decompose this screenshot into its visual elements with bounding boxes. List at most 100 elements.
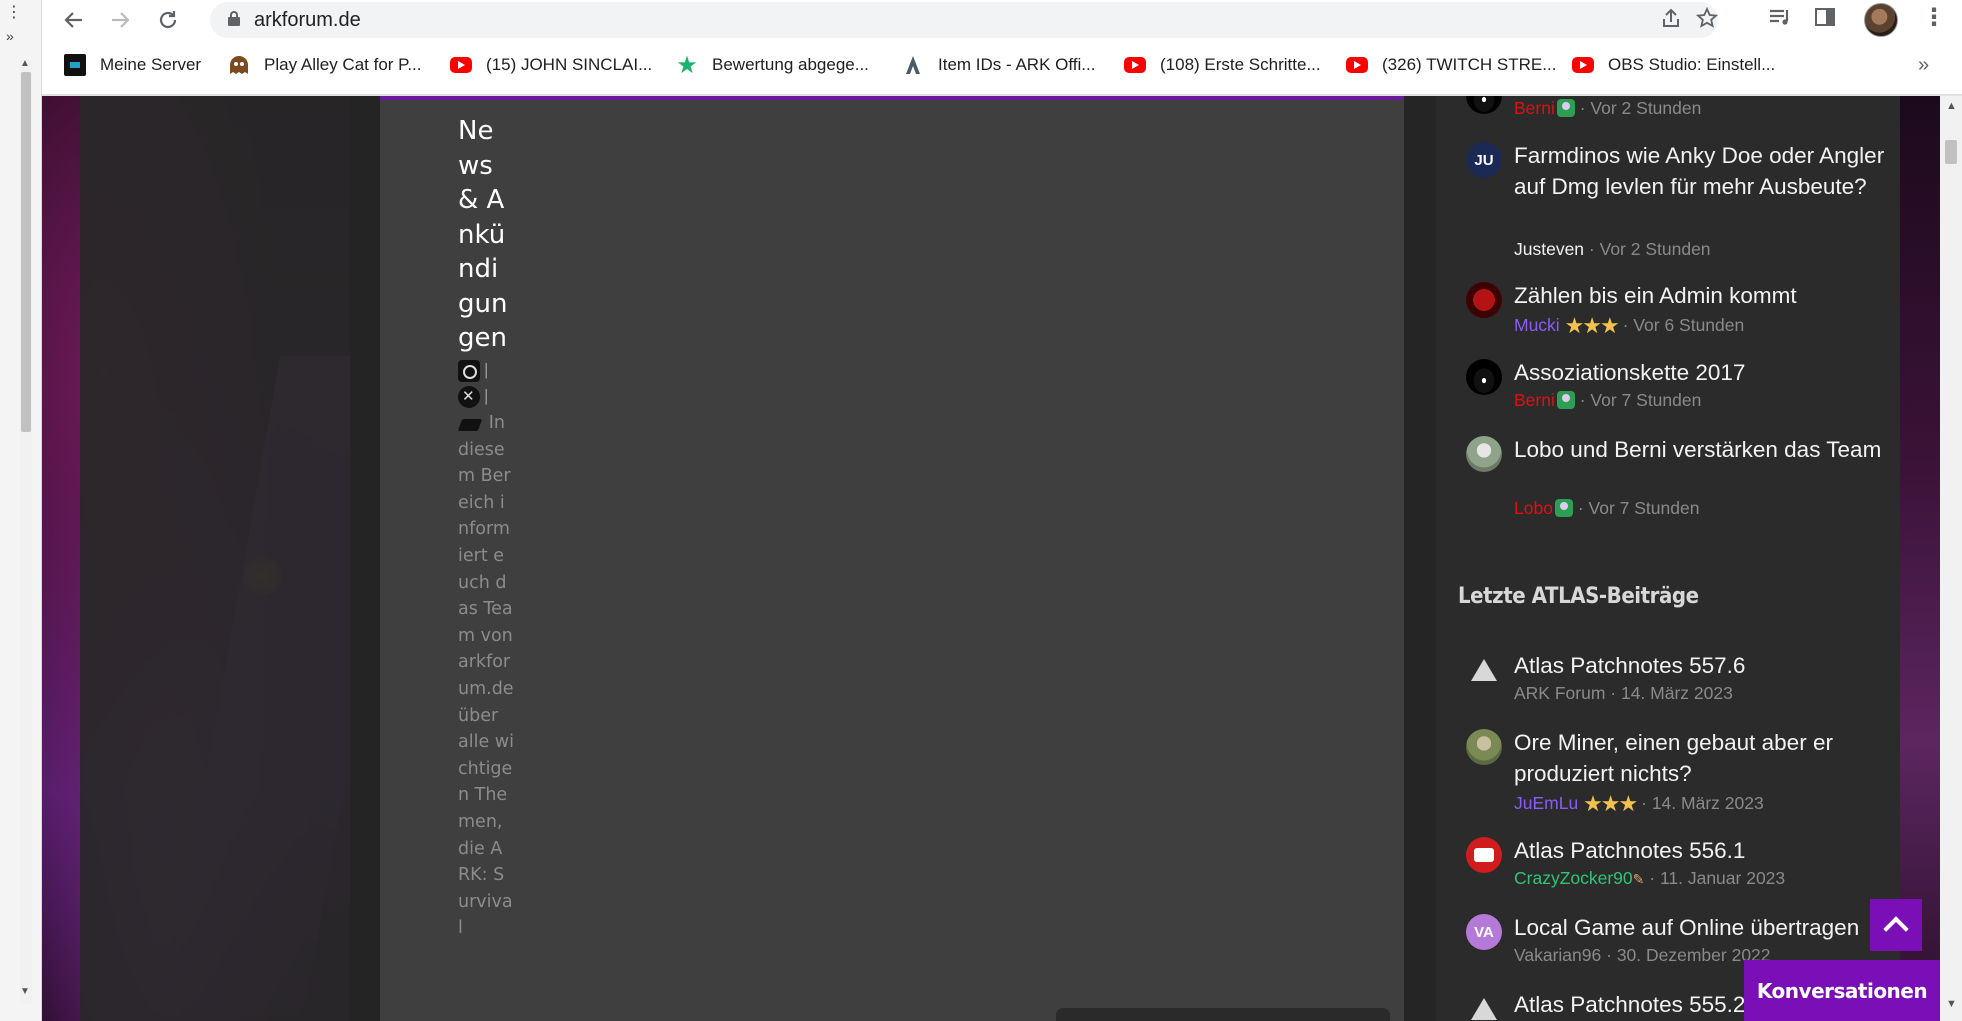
bookmark-item-ids[interactable]: Item IDs - ARK Offi... [902,52,1095,78]
thread-meta: Justeven · Vor 2 Stunden [1514,239,1711,260]
platform-icons: | | In diesem Bereich informiert euch da… [458,358,514,942]
scroll-up-icon[interactable]: ▲ [1946,100,1957,112]
youtube-icon [450,57,472,73]
youtube-icon [1572,57,1594,73]
share-icon[interactable] [1660,7,1682,35]
badge-icon [1556,391,1575,409]
post-title[interactable]: Ore Miner, einen gebaut aber er produzie… [1514,727,1886,789]
horizontal-scroll-hint [1056,1008,1390,1021]
bookmark-star-icon[interactable] [1695,6,1719,35]
browser-chrome: arkforum.de ⋮ Meine Server Play Alley Ca… [42,0,1962,96]
post-title[interactable]: Atlas Patchnotes 557.6 [1514,650,1886,681]
bookmark-label: OBS Studio: Einstell... [1608,55,1776,74]
timestamp: · 11. Januar 2023 [1649,868,1786,888]
browser-menu-icon[interactable]: ⋮ [1922,3,1946,32]
scroll-to-top-button[interactable] [1870,899,1922,951]
thread-title[interactable]: Farmdinos wie Anky Doe oder Angler auf D… [1514,140,1886,202]
badge-icon [1554,499,1573,517]
thread-meta: Berni · Vor 2 Stunden [1514,98,1701,119]
youtube-icon [1346,57,1368,73]
bookmark-john-sinclair[interactable]: (15) JOHN SINCLAI... [450,52,652,78]
username[interactable]: JuEmLu [1514,793,1578,813]
left-column [80,96,350,1021]
timestamp: · Vor 2 Stunden [1579,98,1702,118]
avatar [1466,359,1502,395]
timestamp: · Vor 2 Stunden [1588,239,1711,259]
post-title[interactable]: Local Game auf Online übertragen [1514,912,1886,943]
side-scrollbar-thumb[interactable] [21,72,31,432]
bookmark-label: (326) TWITCH STRE... [1382,55,1557,74]
bookmarks-overflow-icon[interactable]: » [1918,54,1929,77]
avatar [1466,729,1502,765]
bookmark-label: (15) JOHN SINCLAI... [486,55,653,74]
profile-avatar[interactable] [1864,3,1898,37]
timestamp: · Vor 7 Stunden [1577,498,1700,518]
post-meta: Vakarian96 · 30. Dezember 2022 [1514,945,1771,966]
page-scrollbar-thumb[interactable] [1945,140,1957,164]
post-meta: ARK Forum · 14. März 2023 [1514,683,1733,704]
forward-icon[interactable] [104,4,136,36]
username[interactable]: Vakarian96 [1514,945,1601,965]
board-accent-line [380,96,1404,100]
avatar: VA [1466,914,1502,950]
post-meta: JuEmLu ★★★ · 14. März 2023 [1514,791,1764,817]
pacman-icon [228,54,250,76]
bookmark-erste-schritte[interactable]: (108) Erste Schritte... [1124,52,1321,78]
pencil-icon: ✎ [1632,871,1645,887]
avatar: JU [1466,142,1502,178]
side-scroll-up-icon[interactable]: ▲ [20,58,30,69]
username[interactable]: Justeven [1514,239,1584,259]
address-bar[interactable]: arkforum.de [210,2,1719,38]
bookmarks-bar: Meine Server Play Alley Cat for P... (15… [42,48,1962,82]
rank-stars-icon: ★★★ [1583,791,1638,816]
media-queue-icon[interactable] [1768,6,1792,34]
thread-meta: Berni · Vor 7 Stunden [1514,390,1701,411]
back-icon[interactable] [58,4,90,36]
bookmark-twitch[interactable]: (326) TWITCH STRE... [1346,52,1556,78]
url-text[interactable]: arkforum.de [254,9,361,32]
bookmark-meine-server[interactable]: Meine Server [64,52,201,78]
timestamp: · 14. März 2023 [1610,683,1733,703]
os-side-strip: ⋮ » ▲ ▼ [0,0,42,1021]
bookmark-bewertung[interactable]: ★ Bewertung abgege... [676,51,869,79]
username[interactable]: ARK Forum [1514,683,1605,703]
bookmark-alley-cat[interactable]: Play Alley Cat for P... [228,52,421,78]
post-title[interactable]: Atlas Patchnotes 556.1 [1514,835,1886,866]
reload-icon[interactable] [152,4,184,36]
atlas-section-title: Letzte ATLAS-Beiträge [1458,584,1699,609]
rank-stars-icon: ★★★ [1564,313,1620,338]
expand-chevron-icon[interactable]: » [6,28,14,44]
username[interactable]: Mucki [1514,315,1560,335]
monitor-icon [64,54,86,76]
page-scrollbar[interactable]: ▲ ▼ [1940,96,1962,1021]
bookmark-label: Bewertung abgege... [712,55,869,74]
column-gutter [1404,96,1436,1021]
conversations-button[interactable]: Konversationen [1744,960,1940,1021]
lock-icon[interactable] [228,11,240,27]
separator: | [484,360,489,380]
menu-dots-icon[interactable]: ⋮ [6,2,22,22]
bookmark-obs[interactable]: OBS Studio: Einstell... [1572,52,1775,78]
playstation-icon [458,413,484,435]
youtube-icon [1124,57,1146,73]
timestamp: · Vor 6 Stunden [1622,315,1745,335]
sidebar: Berni · Vor 2 Stunden JU Farmdinos wie A… [1436,96,1900,1021]
board-title[interactable]: News & Ankündigungen [458,114,514,356]
badge-icon [1556,99,1575,117]
timestamp: · Vor 7 Stunden [1579,390,1702,410]
thread-title[interactable]: Lobo und Berni verstärken das Team [1514,434,1886,465]
atlas-logo-icon [1466,652,1502,688]
star-icon: ★ [676,51,698,79]
thread-meta: Lobo · Vor 7 Stunden [1514,498,1699,519]
side-panel-icon[interactable] [1814,6,1836,34]
scroll-down-icon[interactable]: ▼ [1946,998,1957,1010]
thread-title[interactable]: Assoziationskette 2017 [1514,357,1886,388]
thread-title[interactable]: Zählen bis ein Admin kommt [1514,280,1886,311]
username[interactable]: Berni [1514,390,1555,410]
username[interactable]: Lobo [1514,498,1553,518]
side-scroll-down-icon[interactable]: ▼ [20,986,30,997]
username[interactable]: Berni [1514,98,1555,118]
username[interactable]: CrazyZocker90 [1514,868,1633,888]
bookmark-label: (108) Erste Schritte... [1160,55,1321,74]
board-description: In diesem Bereich informiert euch das Te… [458,413,514,939]
